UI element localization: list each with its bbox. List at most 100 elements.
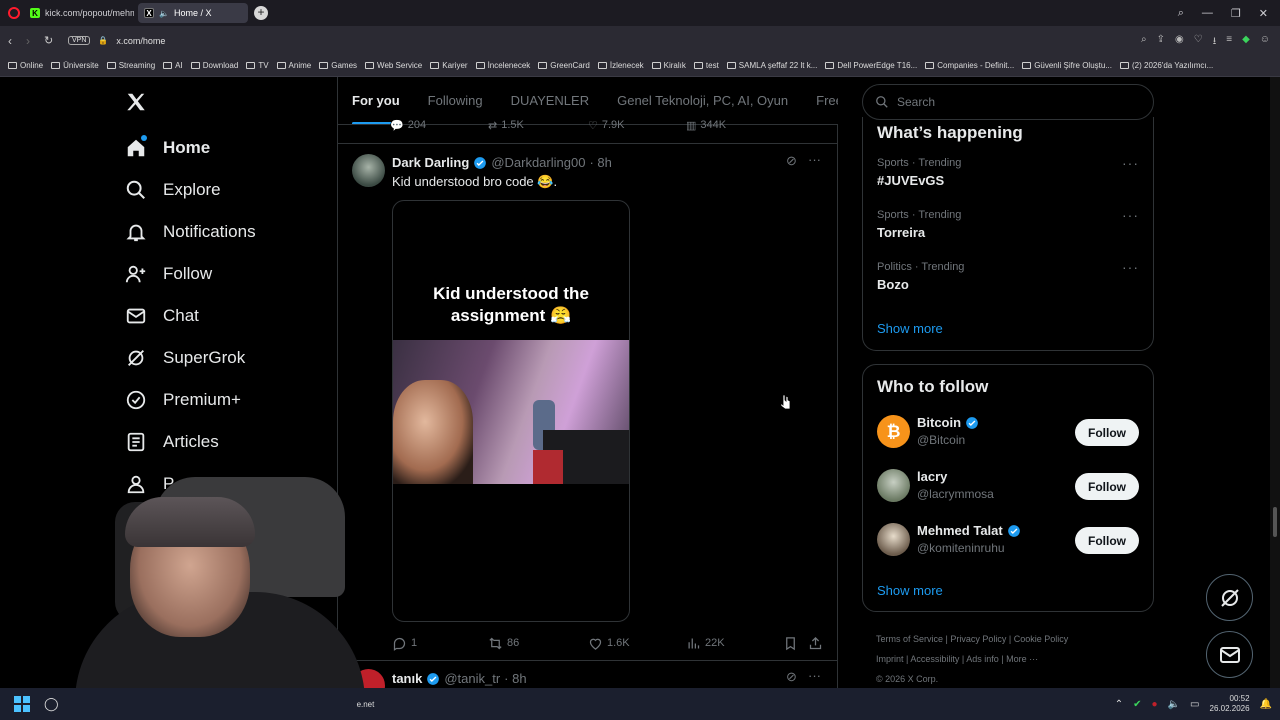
reload-icon[interactable]: ↻ [44, 34, 53, 47]
post-time[interactable]: · 8h [504, 671, 526, 686]
bookmark-item[interactable]: Güvenli Şifre Oluştu... [1022, 61, 1112, 70]
footer-link[interactable]: Imprint [876, 654, 904, 664]
zoom-icon[interactable]: ⌕ [1141, 34, 1147, 51]
windows-start-icon[interactable] [14, 696, 30, 712]
trend-item[interactable]: Politics · Trending Bozo [877, 261, 1137, 301]
views-button[interactable]: ▥ 344K [686, 119, 726, 132]
follow-suggestion[interactable]: Mehmed Talat @komiteninruhu Follow [863, 523, 1153, 563]
browser-tab-x[interactable]: X 🔈 Home / X [138, 3, 248, 23]
bookmark-item[interactable]: Games [319, 61, 357, 70]
follow-suggestion[interactable]: lacry @lacrymmosa Follow [863, 469, 1153, 509]
chevron-up-icon[interactable]: ⌃ [1115, 699, 1123, 710]
repost-button[interactable]: ⇄ 1.5K [488, 119, 524, 132]
clock-date[interactable]: 26.02.2026 [1210, 704, 1250, 714]
vpn-badge[interactable]: VPN [68, 36, 91, 45]
trends-show-more[interactable]: Show more [877, 321, 943, 336]
bookmark-item[interactable]: GreenCard [538, 61, 590, 70]
post-author-handle[interactable]: @tanik_tr [444, 671, 500, 686]
bookmark-item[interactable]: İzlenecek [597, 61, 644, 70]
camera-icon[interactable]: ◉ [1175, 34, 1184, 51]
forward-icon[interactable]: › [26, 34, 30, 48]
search-tabs-icon[interactable]: ⌕ [1178, 7, 1184, 20]
browser-tab-kick[interactable]: K kick.com/popout/mehmet [24, 3, 134, 23]
share-icon[interactable]: ⇪ [1157, 34, 1165, 51]
clock-time[interactable]: 00:52 [1230, 694, 1250, 704]
avatar[interactable] [352, 154, 385, 187]
download-icon[interactable]: ⭳ [1213, 34, 1217, 51]
bookmark-item[interactable]: Kiralık [651, 61, 686, 70]
bookmark-item[interactable]: AI [163, 61, 183, 70]
bookmark-item[interactable]: Online [8, 61, 43, 70]
repost-button[interactable]: 86 [488, 636, 519, 651]
bookmark-item[interactable]: Web Service [365, 61, 422, 70]
trend-item[interactable]: Sports · Trending Torreira [877, 209, 1137, 249]
bookmark-item[interactable]: Streaming [106, 61, 155, 70]
speaker-icon[interactable]: 🔈 [159, 9, 169, 18]
avatar[interactable] [877, 523, 910, 556]
page-scrollbar[interactable] [1270, 77, 1280, 688]
footer-link[interactable]: Privacy Policy [950, 634, 1006, 644]
extension-green-icon[interactable]: ◆ [1242, 34, 1250, 51]
bookmark-item[interactable]: Kariyer [430, 61, 468, 70]
follow-suggestion[interactable]: ₿ Bitcoin @Bitcoin Follow [863, 415, 1153, 455]
more-options-icon[interactable]: ··· [1122, 207, 1139, 223]
reply-button[interactable]: 1 [392, 636, 417, 651]
nav-item-chat[interactable]: Chat [125, 305, 199, 327]
tray-green-icon[interactable]: ✔ [1133, 699, 1141, 710]
bookmark-item[interactable]: Anime [276, 61, 311, 70]
footer-link[interactable]: Accessibility [910, 654, 959, 664]
close-window-button[interactable]: ✕ [1259, 7, 1268, 20]
notification-bell-icon[interactable]: 🔔 [1260, 699, 1272, 710]
post-video[interactable]: Kid understood the assignment 😤 [392, 200, 630, 622]
bookmark-item[interactable]: test [693, 61, 719, 70]
reply-button[interactable]: 💬 204 [390, 119, 426, 132]
more-options-icon[interactable]: ··· [808, 152, 821, 167]
bookmark-item[interactable]: Dell PowerEdge T16... [825, 61, 917, 70]
url-field[interactable]: VPN 🔒 x.com/home [68, 31, 1188, 50]
avatar[interactable] [877, 469, 910, 502]
profile-icon[interactable]: ☺ [1260, 34, 1270, 51]
search-input[interactable]: Search [862, 84, 1154, 120]
bookmark-icon[interactable] [783, 636, 798, 651]
grok-icon[interactable]: ⊘ [786, 669, 797, 685]
messages-fab[interactable] [1206, 631, 1253, 678]
back-icon[interactable]: ‹ [8, 34, 12, 48]
views-button[interactable]: 22K [686, 636, 725, 651]
grok-icon[interactable]: ⊘ [786, 153, 797, 169]
network-icon[interactable]: ▭ [1190, 699, 1199, 710]
opera-logo-icon[interactable] [8, 7, 20, 19]
more-options-icon[interactable]: ··· [808, 668, 821, 683]
new-tab-button[interactable]: + [254, 6, 268, 20]
bookmark-item[interactable]: Üniversite [51, 61, 99, 70]
tray-red-icon[interactable]: ● [1152, 699, 1158, 710]
nav-item-notifications[interactable]: Notifications [125, 221, 256, 243]
like-button[interactable]: 1.6K [588, 636, 630, 651]
x-logo-icon[interactable] [125, 91, 147, 113]
footer-link[interactable]: Ads info [966, 654, 999, 664]
nav-item-articles[interactable]: Articles [125, 431, 219, 453]
more-options-icon[interactable]: ··· [1122, 155, 1139, 171]
bookmark-item[interactable]: Companies - Definit... [925, 61, 1014, 70]
footer-link[interactable]: More ··· [1006, 654, 1038, 664]
follow-button[interactable]: Follow [1075, 527, 1139, 554]
lock-icon[interactable]: 🔒 [98, 36, 108, 45]
post-author-name[interactable]: Dark Darling [392, 155, 469, 170]
nav-item-supergrok[interactable]: SuperGrok [125, 347, 245, 369]
like-button[interactable]: ♡ 7.9K [588, 119, 625, 132]
nav-item-home[interactable]: Home [125, 137, 210, 159]
footer-link[interactable]: Cookie Policy [1014, 634, 1069, 644]
maximize-button[interactable]: ❐ [1231, 7, 1241, 20]
post-time[interactable]: · 8h [589, 155, 611, 170]
suggestion-name[interactable]: Mehmed Talat [917, 523, 1021, 538]
share-icon[interactable] [808, 636, 823, 651]
footer-link[interactable]: Terms of Service [876, 634, 943, 644]
post[interactable]: Dark Darling @Darkdarling00 · 8h ⊘ ··· K… [338, 144, 838, 660]
who-to-follow-show-more[interactable]: Show more [877, 583, 943, 598]
bookmark-item[interactable]: Download [190, 61, 238, 70]
more-options-icon[interactable]: ··· [1122, 259, 1139, 275]
next-post[interactable]: tanık @tanik_tr · 8h ⊘ ··· [338, 661, 838, 688]
nav-item-premium[interactable]: Premium+ [125, 389, 241, 411]
suggestion-name[interactable]: lacry [917, 469, 947, 484]
heart-icon[interactable]: ♡ [1194, 34, 1203, 51]
follow-button[interactable]: Follow [1075, 473, 1139, 500]
